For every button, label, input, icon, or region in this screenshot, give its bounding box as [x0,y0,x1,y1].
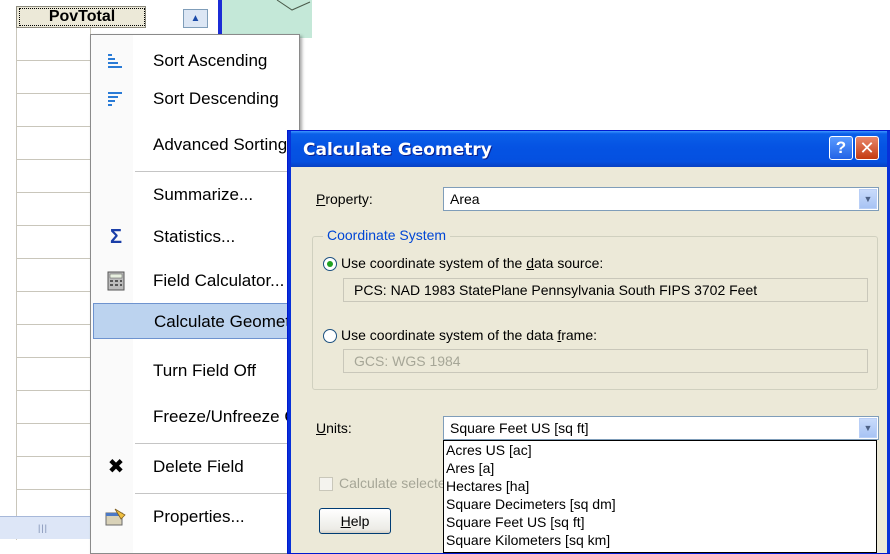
menu-item-label: Delete Field [153,457,244,476]
help-button[interactable]: Help [319,508,391,534]
properties-icon [105,507,127,527]
sort-descending-icon [105,89,127,109]
field-context-menu: Sort Ascending Sort Descending Advanced … [90,34,343,554]
units-dropdown-list: Acres US [ac] Ares [a] Hectares [ha] Squ… [443,440,877,553]
units-option[interactable]: Square Feet US [sq ft] [444,513,876,531]
menu-item-statistics[interactable]: Σ Statistics... [93,219,298,255]
coordinate-system-label: Coordinate System [323,227,451,243]
chevron-down-icon[interactable]: ▼ [859,418,877,438]
units-option[interactable]: Square Decimeters [sq dm] [444,495,876,513]
property-dropdown[interactable]: Area ▼ [443,187,879,211]
menu-item-label: Summarize... [153,185,254,204]
units-option[interactable]: Acres US [ac] [444,441,876,459]
menu-item-calculate-geometry[interactable]: Calculate Geometry... [93,303,317,339]
menu-item-label: Statistics... [153,227,236,246]
delete-x-icon: ✖ [107,456,125,478]
property-label: Property: [316,191,373,207]
menu-item-sort-descending[interactable]: Sort Descending [93,81,298,117]
help-question-icon[interactable]: ? [829,136,853,160]
menu-item-label: Properties... [153,507,245,526]
dialog-title: Calculate Geometry [303,140,492,160]
radio-data-frame[interactable] [323,329,337,343]
calculate-selected-checkbox[interactable] [319,477,333,491]
menu-item-delete-field[interactable]: ✖ Delete Field [93,449,298,485]
menu-item-label: Field Calculator... [153,271,285,290]
sort-ascending-icon [105,51,127,71]
menu-item-properties[interactable]: Properties... [93,499,298,535]
menu-separator [135,171,295,172]
chevron-up-icon[interactable]: ▲ [183,9,208,28]
column-header-povtotal[interactable]: PovTotal [16,6,146,28]
close-icon[interactable]: ✕ [855,136,879,160]
chevron-down-icon[interactable]: ▼ [859,189,877,209]
menu-item-sort-ascending[interactable]: Sort Ascending [93,43,298,79]
units-label: Units: [316,420,352,436]
menu-item-label: Turn Field Off [153,361,256,380]
units-option[interactable]: Hectares [ha] [444,477,876,495]
dialog-title-bar[interactable]: Calculate Geometry ? ✕ [291,131,887,167]
property-value: Area [450,191,480,207]
menu-item-label: Advanced Sorting... [153,135,302,154]
calculator-icon [105,271,127,291]
calculate-geometry-dialog: Calculate Geometry ? ✕ Property: Area ▼ … [288,131,890,553]
column-header-label: PovTotal [19,8,145,26]
menu-item-advanced-sorting[interactable]: Advanced Sorting... [93,127,302,163]
menu-item-field-calculator[interactable]: Field Calculator... [93,263,298,299]
source-coordinate-system: PCS: NAD 1983 StatePlane Pennsylvania So… [343,278,868,302]
menu-item-turn-field-off[interactable]: Turn Field Off [93,353,298,389]
horizontal-scrollbar[interactable]: ||| [0,516,92,539]
sigma-icon: Σ [109,226,122,248]
menu-item-label: Sort Descending [153,89,279,108]
radio-data-frame-label: Use coordinate system of the data frame: [341,327,598,343]
frame-coordinate-system: GCS: WGS 1984 [343,349,868,373]
map-view [222,0,312,38]
map-polygon-lines [276,0,311,11]
scroll-grip-icon: ||| [38,523,49,533]
radio-selected-dot [327,261,333,267]
units-option[interactable]: Square Kilometers [sq km] [444,531,876,549]
menu-item-summarize[interactable]: Summarize... [93,177,298,213]
units-value: Square Feet US [sq ft] [450,420,589,436]
menu-separator [135,493,295,494]
menu-separator [135,443,295,444]
radio-data-source-label: Use coordinate system of the data source… [341,255,604,271]
menu-item-label: Sort Ascending [153,51,268,70]
menu-item-freeze-unfreeze[interactable]: Freeze/Unfreeze Column [93,399,343,435]
units-option[interactable]: Ares [a] [444,459,876,477]
radio-data-source[interactable] [323,257,337,271]
units-dropdown[interactable]: Square Feet US [sq ft] ▼ [443,416,879,440]
